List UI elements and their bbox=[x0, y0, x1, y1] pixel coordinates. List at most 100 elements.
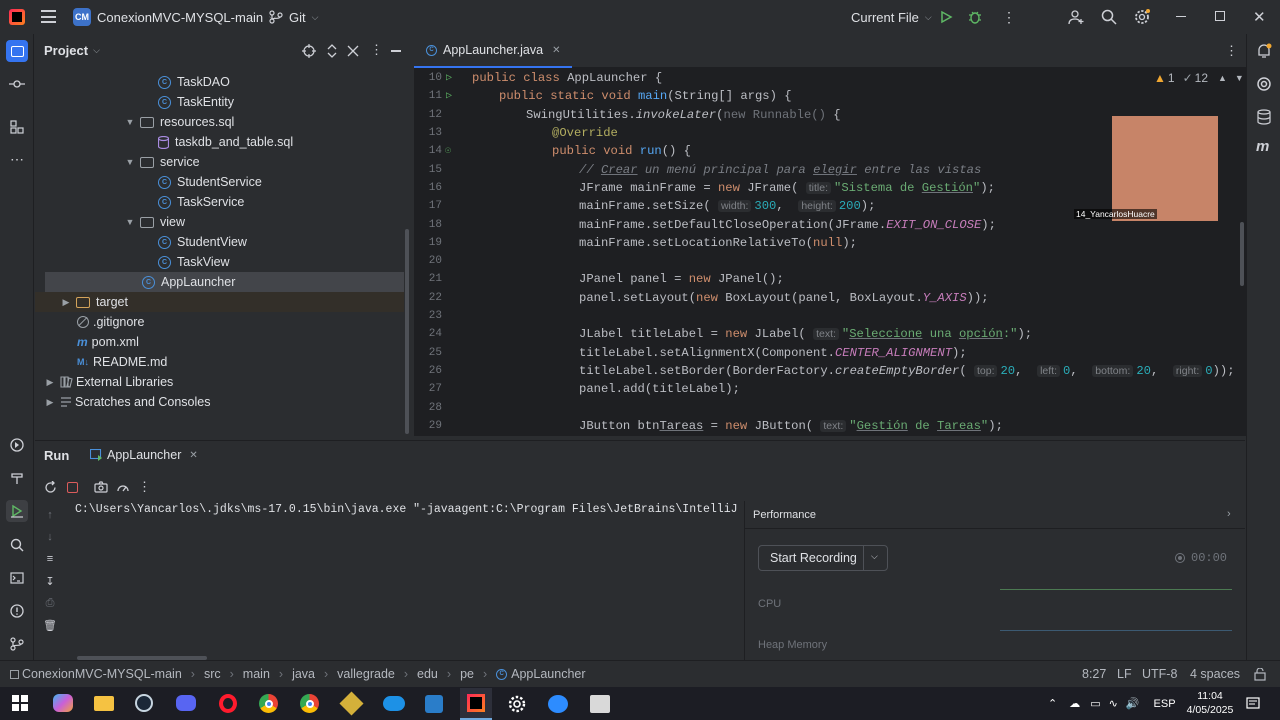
app-icon[interactable] bbox=[590, 695, 610, 713]
locate-file-icon[interactable] bbox=[302, 44, 316, 58]
structure-tool-icon[interactable] bbox=[6, 116, 28, 138]
project-selector[interactable]: CM ConexionMVC-MYSQL-main ⌵ bbox=[73, 7, 276, 27]
steam-icon[interactable] bbox=[135, 694, 153, 712]
docker-icon[interactable] bbox=[383, 696, 405, 711]
chevron-down-icon[interactable]: ▼ bbox=[124, 217, 136, 227]
editor-tab-applauncher[interactable]: C AppLauncher.java ✕ bbox=[414, 34, 573, 68]
clock[interactable]: 11:04 4/05/2025 bbox=[1180, 689, 1240, 717]
project-panel-title[interactable]: Project bbox=[44, 43, 88, 58]
notification-center-icon[interactable] bbox=[1246, 697, 1260, 711]
tree-item-applauncher[interactable]: C AppLauncher bbox=[142, 272, 235, 292]
input-language[interactable]: ESP bbox=[1154, 698, 1176, 710]
more-actions-icon[interactable]: ⋮ bbox=[1002, 10, 1016, 24]
run-options-icon[interactable]: ⋮ bbox=[138, 479, 151, 495]
scroll-to-end-icon[interactable]: ↧ bbox=[45, 575, 54, 597]
chevron-right-icon[interactable]: ▶ bbox=[44, 397, 56, 408]
git-client-icon[interactable] bbox=[339, 691, 364, 716]
run-panel-title[interactable]: Run bbox=[44, 448, 69, 463]
tree-item-studentservice[interactable]: C StudentService bbox=[158, 172, 262, 192]
tree-item-taskview[interactable]: C TaskView bbox=[158, 252, 230, 272]
notifications-icon[interactable] bbox=[1256, 43, 1272, 59]
vcs-selector[interactable]: Git ⌵ bbox=[269, 7, 318, 27]
expand-all-icon[interactable] bbox=[326, 44, 338, 58]
stop-icon[interactable] bbox=[67, 481, 78, 493]
chevron-right-icon[interactable]: › bbox=[1227, 508, 1231, 520]
editor-scrollbar[interactable] bbox=[1240, 222, 1244, 286]
file-encoding[interactable]: UTF-8 bbox=[1142, 667, 1177, 681]
volume-icon[interactable]: 🔊 bbox=[1126, 697, 1140, 710]
scroll-up-icon[interactable]: ↑ bbox=[47, 509, 53, 531]
hide-panel-icon[interactable] bbox=[391, 50, 401, 52]
debug-icon[interactable] bbox=[967, 9, 983, 25]
run-tab-applauncher[interactable]: AppLauncher ✕ bbox=[90, 441, 198, 469]
editor-options-icon[interactable]: ⋮ bbox=[1225, 43, 1238, 59]
ai-assistant-icon[interactable] bbox=[1256, 76, 1272, 92]
tree-item-taskdb-sql[interactable]: taskdb_and_table.sql bbox=[158, 132, 293, 152]
find-tool-icon[interactable] bbox=[6, 534, 28, 556]
chevron-down-icon[interactable]: ⌵ bbox=[871, 551, 878, 562]
maven-icon[interactable]: m bbox=[1256, 138, 1269, 155]
windows-start-icon[interactable] bbox=[12, 695, 28, 711]
zoom-icon[interactable] bbox=[548, 695, 568, 713]
minimize-button[interactable] bbox=[1176, 16, 1186, 17]
chevron-down-icon[interactable]: ▼ bbox=[124, 117, 136, 127]
tray-app-icon[interactable]: ☁ bbox=[1069, 697, 1080, 710]
tree-item-view[interactable]: ▼ view bbox=[124, 212, 185, 232]
terminal-tool-icon[interactable] bbox=[6, 567, 28, 589]
tree-item-external-libraries[interactable]: ▶ External Libraries bbox=[44, 372, 174, 392]
tree-item-target[interactable]: ▶ target bbox=[60, 292, 128, 312]
file-explorer-icon[interactable] bbox=[94, 696, 114, 711]
database-icon[interactable] bbox=[1257, 109, 1271, 125]
override-gutter-icon[interactable]: ☉ bbox=[445, 145, 451, 157]
chevron-up-icon[interactable]: ⌃ bbox=[1048, 697, 1057, 710]
wifi-icon[interactable]: ∿ bbox=[1109, 697, 1118, 710]
run-gutter-icon[interactable]: ▷ bbox=[446, 90, 452, 102]
start-recording-button[interactable]: Start Recording ⌵ bbox=[758, 545, 888, 571]
panel-options-icon[interactable]: ⋮ bbox=[370, 42, 383, 58]
search-icon[interactable] bbox=[1101, 9, 1117, 25]
tree-item-service[interactable]: ▼ service bbox=[124, 152, 200, 172]
discord-icon[interactable] bbox=[176, 695, 196, 711]
collapse-all-icon[interactable] bbox=[347, 45, 359, 57]
services-tool-icon[interactable] bbox=[6, 434, 28, 456]
indent-setting[interactable]: 4 spaces bbox=[1190, 667, 1240, 681]
tree-item-readme[interactable]: M↓ README.md bbox=[77, 352, 167, 372]
tree-item-taskservice[interactable]: C TaskService bbox=[158, 192, 244, 212]
vscode-icon[interactable] bbox=[425, 695, 443, 713]
tree-item-gitignore[interactable]: .gitignore bbox=[77, 312, 144, 332]
breadcrumb-item[interactable]: vallegrade bbox=[337, 667, 395, 681]
tree-item-taskentity[interactable]: C TaskEntity bbox=[158, 92, 234, 112]
rerun-icon[interactable] bbox=[44, 480, 57, 494]
battery-icon[interactable]: ▭ bbox=[1090, 697, 1100, 710]
tree-item-studentview[interactable]: C StudentView bbox=[158, 232, 247, 252]
camera-icon[interactable] bbox=[94, 481, 108, 493]
scroll-down-icon[interactable]: ↓ bbox=[47, 531, 53, 553]
breadcrumb-item[interactable]: main bbox=[243, 667, 270, 681]
tree-item-scratches[interactable]: ▶ Scratches and Consoles bbox=[44, 392, 211, 412]
run-config-selector[interactable]: Current File ⌵ bbox=[851, 8, 932, 26]
close-window-button[interactable]: ✕ bbox=[1253, 8, 1266, 26]
settings-gear-icon[interactable] bbox=[1134, 9, 1150, 25]
breadcrumb-item[interactable]: src bbox=[204, 667, 221, 681]
project-tool-icon[interactable] bbox=[6, 40, 28, 62]
more-tools-icon[interactable]: ⋯ bbox=[6, 148, 28, 170]
commit-tool-icon[interactable] bbox=[6, 73, 28, 95]
profiler-icon[interactable] bbox=[116, 481, 130, 494]
soft-wrap-icon[interactable]: ≡ bbox=[47, 553, 53, 575]
chevron-right-icon[interactable]: ▶ bbox=[44, 377, 56, 388]
intellij-taskbar-icon[interactable] bbox=[460, 688, 492, 720]
project-scrollbar[interactable] bbox=[405, 229, 409, 434]
tree-item-taskdao[interactable]: C TaskDAO bbox=[158, 72, 230, 92]
build-tool-icon[interactable] bbox=[6, 467, 28, 489]
settings-taskbar-icon[interactable] bbox=[508, 695, 526, 713]
print-icon[interactable]: ⎙ bbox=[46, 597, 55, 619]
add-user-icon[interactable] bbox=[1068, 9, 1084, 25]
breadcrumb-item[interactable]: edu bbox=[417, 667, 438, 681]
run-icon[interactable] bbox=[939, 10, 953, 24]
chrome-icon[interactable] bbox=[259, 694, 278, 713]
clear-trash-icon[interactable]: 🗑 bbox=[43, 619, 57, 641]
copilot-icon[interactable] bbox=[53, 694, 73, 712]
chevron-down-icon[interactable]: ⌵ bbox=[93, 45, 100, 56]
maximize-button[interactable] bbox=[1215, 11, 1225, 21]
close-tab-icon[interactable]: ✕ bbox=[552, 45, 560, 56]
